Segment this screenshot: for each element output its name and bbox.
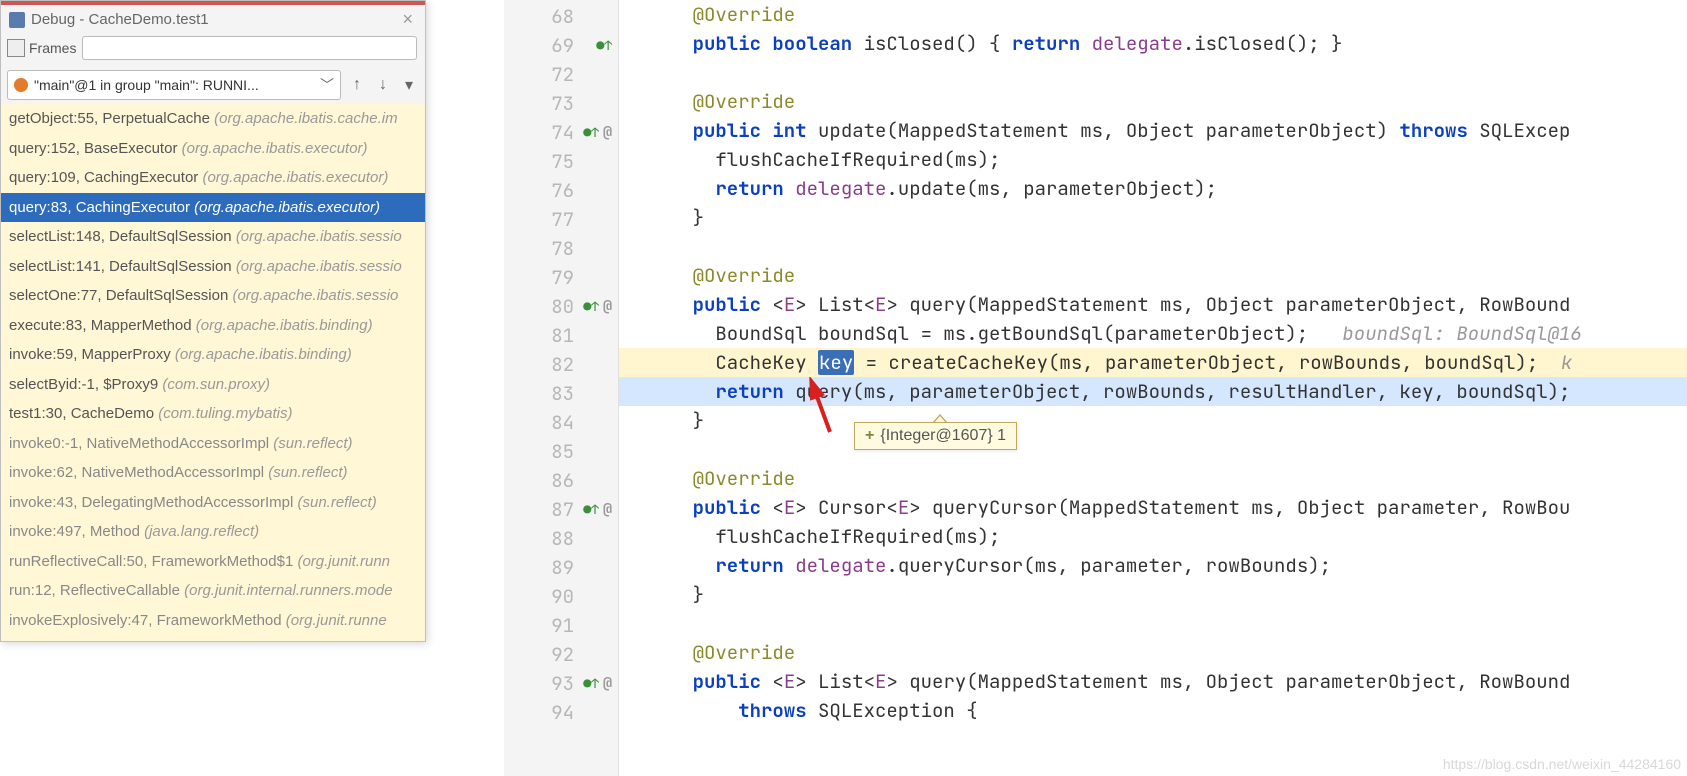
stack-frame[interactable]: execute:83, MapperMethod (org.apache.iba… <box>1 311 425 341</box>
frames-bar: Frames <box>1 32 425 66</box>
code-area[interactable]: @Override public boolean isClosed() { re… <box>619 0 1687 776</box>
debug-title-text: Debug - CacheDemo.test1 <box>31 11 398 28</box>
code-line[interactable]: @Override <box>619 0 1687 29</box>
stack-frame[interactable]: query:109, CachingExecutor (org.apache.i… <box>1 163 425 193</box>
close-icon[interactable]: × <box>398 9 417 30</box>
code-line[interactable]: public boolean isClosed() { return deleg… <box>619 29 1687 58</box>
gutter-line: 83 <box>504 379 618 408</box>
gutter-line: 82 <box>504 350 618 379</box>
code-line[interactable]: flushCacheIfRequired(ms); <box>619 522 1687 551</box>
code-line[interactable]: } <box>619 580 1687 609</box>
stack-frame[interactable]: invoke:62, NativeMethodAccessorImpl (sun… <box>1 458 425 488</box>
tooltip-value: {Integer@1607} 1 <box>880 427 1006 445</box>
gutter-line: 90 <box>504 582 618 611</box>
gutter-line: 74●↑@ <box>504 118 618 147</box>
code-line[interactable]: @Override <box>619 638 1687 667</box>
thread-toolbar: "main"@1 in group "main": RUNNI... ﹀ ↑ ↓… <box>1 66 425 104</box>
gutter-line: 76 <box>504 176 618 205</box>
gutter-line: 86 <box>504 466 618 495</box>
expand-plus-icon[interactable]: + <box>865 427 874 445</box>
gutter-line: 68 <box>504 2 618 31</box>
frames-search-input[interactable] <box>82 36 417 60</box>
gutter-line: 91 <box>504 611 618 640</box>
filter-frames-button[interactable]: ▾ <box>399 75 419 95</box>
code-line[interactable]: } <box>619 203 1687 232</box>
code-line[interactable] <box>619 58 1687 87</box>
stack-frame[interactable]: runReflectiveCall:50, FrameworkMethod$1 … <box>1 547 425 577</box>
code-line[interactable]: return delegate.update(ms, parameterObje… <box>619 174 1687 203</box>
code-line[interactable]: @Override <box>619 261 1687 290</box>
next-frame-button[interactable]: ↓ <box>373 76 393 94</box>
gutter-line: 88 <box>504 524 618 553</box>
debug-panel: Debug - CacheDemo.test1 × Frames "main"@… <box>0 0 426 642</box>
stack-frame[interactable]: getObject:55, PerpetualCache (org.apache… <box>1 104 425 134</box>
stack-frame[interactable]: query:83, CachingExecutor (org.apache.ib… <box>1 193 425 223</box>
stack-frame[interactable]: selectOne:77, DefaultSqlSession (org.apa… <box>1 281 425 311</box>
code-editor[interactable]: 6869●↑727374●↑@757677787980●↑@8182838485… <box>504 0 1687 776</box>
gutter-line: 94 <box>504 698 618 727</box>
frames-icon <box>7 39 25 57</box>
code-line[interactable]: public <E> Cursor<E> queryCursor(MappedS… <box>619 493 1687 522</box>
app-icon <box>9 12 25 28</box>
code-line[interactable]: @Override <box>619 87 1687 116</box>
stack-frame[interactable]: invoke0:-1, NativeMethodAccessorImpl (su… <box>1 429 425 459</box>
value-tooltip[interactable]: + {Integer@1607} 1 <box>854 422 1017 450</box>
gutter-line: 79 <box>504 263 618 292</box>
code-line[interactable]: } <box>619 406 1687 435</box>
stack-frame[interactable]: evaluate:17, InvokeMethod (org.junit.int… <box>1 635 425 641</box>
gutter-line: 92 <box>504 640 618 669</box>
code-line[interactable]: public <E> List<E> query(MappedStatement… <box>619 290 1687 319</box>
code-line[interactable]: @Override <box>619 464 1687 493</box>
stack-frame[interactable]: test1:30, CacheDemo (com.tuling.mybatis) <box>1 399 425 429</box>
code-line[interactable]: return delegate.queryCursor(ms, paramete… <box>619 551 1687 580</box>
code-line[interactable]: CacheKey key = createCacheKey(ms, parame… <box>619 348 1687 377</box>
stack-frames-list[interactable]: getObject:55, PerpetualCache (org.apache… <box>1 104 425 641</box>
code-line[interactable] <box>619 435 1687 464</box>
code-line[interactable]: public <E> List<E> query(MappedStatement… <box>619 667 1687 696</box>
gutter-line: 84 <box>504 408 618 437</box>
stack-frame[interactable]: selectList:148, DefaultSqlSession (org.a… <box>1 222 425 252</box>
gutter-line: 80●↑@ <box>504 292 618 321</box>
stack-frame[interactable]: invokeExplosively:47, FrameworkMethod (o… <box>1 606 425 636</box>
thread-icon <box>14 78 28 92</box>
code-line[interactable] <box>619 609 1687 638</box>
gutter-line: 87●↑@ <box>504 495 618 524</box>
gutter-line: 78 <box>504 234 618 263</box>
gutter-line: 89 <box>504 553 618 582</box>
gutter-line: 73 <box>504 89 618 118</box>
stack-frame[interactable]: invoke:59, MapperProxy (org.apache.ibati… <box>1 340 425 370</box>
gutter-line: 75 <box>504 147 618 176</box>
code-line[interactable] <box>619 232 1687 261</box>
gutter-line: 72 <box>504 60 618 89</box>
gutter-line: 77 <box>504 205 618 234</box>
debug-title-bar: Debug - CacheDemo.test1 × <box>1 5 425 32</box>
stack-frame[interactable]: run:12, ReflectiveCallable (org.junit.in… <box>1 576 425 606</box>
stack-frame[interactable]: invoke:497, Method (java.lang.reflect) <box>1 517 425 547</box>
gutter-line: 69●↑ <box>504 31 618 60</box>
code-line[interactable]: throws SQLException { <box>619 696 1687 725</box>
gutter: 6869●↑727374●↑@757677787980●↑@8182838485… <box>504 0 619 776</box>
stack-frame[interactable]: selectByid:-1, $Proxy9 (com.sun.proxy) <box>1 370 425 400</box>
code-line[interactable]: BoundSql boundSql = ms.getBoundSql(param… <box>619 319 1687 348</box>
thread-select[interactable]: "main"@1 in group "main": RUNNI... ﹀ <box>7 70 341 100</box>
watermark: https://blog.csdn.net/weixin_44284160 <box>1443 756 1681 772</box>
code-line[interactable]: return query(ms, parameterObject, rowBou… <box>619 377 1687 406</box>
code-line[interactable]: public int update(MappedStatement ms, Ob… <box>619 116 1687 145</box>
gutter-line: 85 <box>504 437 618 466</box>
code-line[interactable]: flushCacheIfRequired(ms); <box>619 145 1687 174</box>
prev-frame-button[interactable]: ↑ <box>347 76 367 94</box>
chevron-down-icon: ﹀ <box>320 75 334 95</box>
stack-frame[interactable]: invoke:43, DelegatingMethodAccessorImpl … <box>1 488 425 518</box>
thread-text: "main"@1 in group "main": RUNNI... <box>34 77 320 93</box>
gutter-line: 93●↑@ <box>504 669 618 698</box>
stack-frame[interactable]: query:152, BaseExecutor (org.apache.ibat… <box>1 134 425 164</box>
gutter-line: 81 <box>504 321 618 350</box>
stack-frame[interactable]: selectList:141, DefaultSqlSession (org.a… <box>1 252 425 282</box>
frames-label: Frames <box>29 40 82 56</box>
